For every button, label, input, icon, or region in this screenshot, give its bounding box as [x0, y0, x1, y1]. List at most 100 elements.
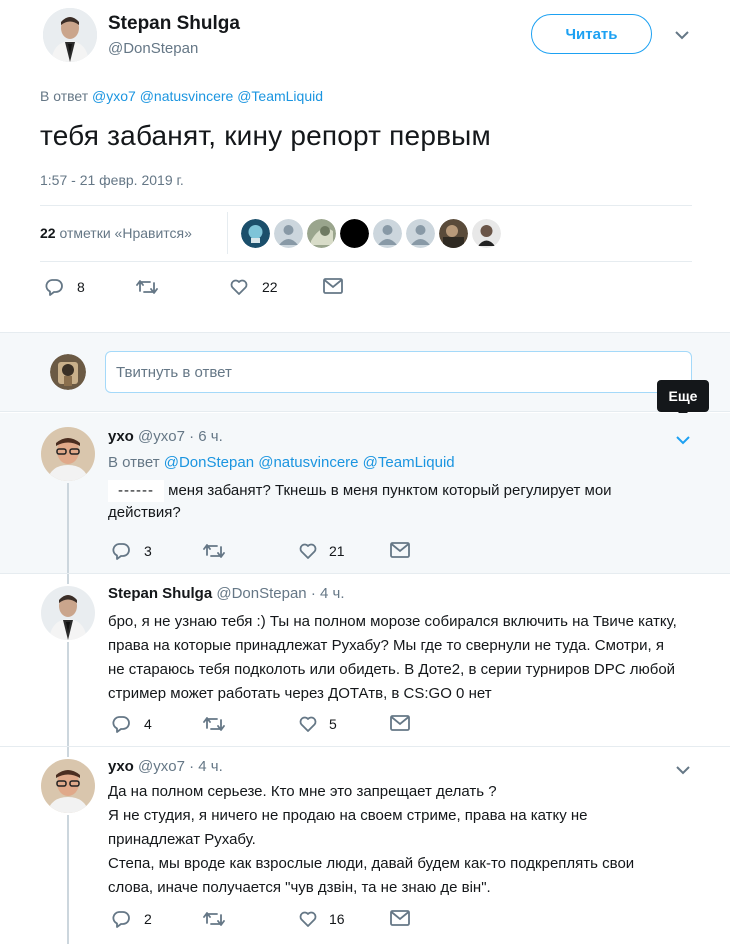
- tweet-timestamp[interactable]: 1:57 - 21 февр. 2019 г.: [40, 172, 184, 188]
- reply-count: 8: [77, 279, 85, 295]
- author-name[interactable]: Stepan Shulga: [108, 585, 212, 602]
- chevron-down-icon[interactable]: [675, 763, 691, 781]
- author-handle[interactable]: @DonStepan: [216, 585, 306, 602]
- retweet-icon: [203, 714, 225, 734]
- message-icon: [322, 277, 344, 295]
- reply-input-placeholder: Твитнуть в ответ: [116, 364, 232, 381]
- author-handle[interactable]: @yxo7: [138, 758, 185, 775]
- author-name[interactable]: yxo: [108, 428, 134, 445]
- liker-avatar[interactable]: [373, 219, 402, 248]
- reply-tweet[interactable]: yxo @yxo7 · 6 ч. В ответ @DonStepan @nat…: [0, 413, 730, 573]
- reply-text-line: Я не студия, я ничего не продаю на своем…: [108, 807, 588, 848]
- liker-avatar[interactable]: [406, 219, 435, 248]
- message-action[interactable]: [389, 909, 411, 927]
- reply-count: 2: [144, 911, 152, 927]
- message-action[interactable]: [389, 714, 411, 732]
- chevron-down-icon[interactable]: [675, 433, 691, 451]
- retweet-action[interactable]: [136, 277, 158, 297]
- reply-tweet[interactable]: yxo @yxo7 · 4 ч. Да на полном серьезе. К…: [0, 747, 730, 944]
- message-icon: [389, 909, 411, 927]
- reply-tweet[interactable]: Stepan Shulga @DonStepan · 4 ч. бро, я н…: [0, 574, 730, 746]
- like-icon: [298, 714, 318, 734]
- reply-count: 3: [144, 543, 152, 559]
- like-count: 21: [329, 543, 345, 559]
- tweet-text: тебя забанят, кину репорт первым: [40, 120, 491, 151]
- divider: [227, 212, 228, 254]
- liker-avatar[interactable]: [472, 219, 501, 248]
- like-count: 16: [329, 911, 345, 927]
- reply-text-line: Да на полном серьезе. Кто мне это запрещ…: [108, 783, 497, 800]
- user-avatar[interactable]: [50, 354, 86, 390]
- reply-text-line: Степа, мы вроде как взрослые люди, давай…: [108, 855, 635, 896]
- mention-link[interactable]: @TeamLiquid: [237, 88, 323, 104]
- like-action[interactable]: 21: [298, 541, 345, 561]
- thread-line: [67, 483, 69, 573]
- reply-header: yxo @yxo7 · 6 ч.: [108, 428, 223, 445]
- reply-prefix: В ответ: [40, 88, 89, 104]
- mention-link[interactable]: @natusvincere: [140, 88, 234, 104]
- reply-body: меня забанят? Ткнешь в меня пунктом кото…: [108, 482, 612, 521]
- likes-summary[interactable]: 22 отметки «Нравится»: [40, 225, 192, 241]
- reply-input[interactable]: Твитнуть в ответ: [105, 351, 692, 393]
- retweet-action[interactable]: [203, 714, 225, 734]
- reply-icon: [111, 541, 131, 561]
- liker-avatar[interactable]: [340, 219, 369, 248]
- like-action[interactable]: 16: [298, 909, 345, 929]
- retweet-icon: [136, 277, 158, 297]
- mention-link[interactable]: @natusvincere: [258, 454, 358, 471]
- like-action[interactable]: 22: [229, 277, 278, 297]
- reply-text: Да на полном серьезе. Кто мне это запрещ…: [108, 780, 683, 900]
- reply-icon: [44, 277, 64, 297]
- divider: [40, 261, 692, 262]
- reply-action[interactable]: 3: [111, 541, 152, 561]
- follow-button[interactable]: Читать: [531, 14, 652, 54]
- reply-time[interactable]: · 4 ч.: [311, 585, 345, 602]
- retweet-action[interactable]: [203, 541, 225, 561]
- main-tweet: Stepan Shulga @DonStepan Читать В ответ …: [0, 0, 730, 332]
- liker-avatar[interactable]: [307, 219, 336, 248]
- author-name[interactable]: yxo: [108, 758, 134, 775]
- reply-action[interactable]: 4: [111, 714, 152, 734]
- mention-link[interactable]: @yxo7: [92, 88, 136, 104]
- like-count: 5: [329, 716, 337, 732]
- author-avatar[interactable]: [41, 427, 95, 481]
- like-icon: [298, 541, 318, 561]
- more-tooltip: Еще: [657, 380, 709, 412]
- author-name[interactable]: Stepan Shulga: [108, 13, 240, 35]
- reply-action[interactable]: 8: [44, 277, 85, 297]
- author-handle[interactable]: @yxo7: [138, 428, 185, 445]
- message-icon: [389, 541, 411, 559]
- chevron-down-icon[interactable]: [674, 28, 690, 46]
- reply-time[interactable]: · 4 ч.: [189, 758, 223, 775]
- reply-text: бро, я не узнаю тебя :) Ты на полном мор…: [108, 613, 677, 702]
- thread-line: [67, 574, 69, 584]
- reply-icon: [111, 714, 131, 734]
- author-avatar[interactable]: [41, 759, 95, 813]
- reply-compose-area: Твитнуть в ответ: [0, 332, 730, 412]
- message-icon: [389, 714, 411, 732]
- like-action[interactable]: 5: [298, 714, 337, 734]
- likes-count: 22: [40, 225, 56, 241]
- retweet-action[interactable]: [203, 909, 225, 929]
- reply-icon: [111, 909, 131, 929]
- retweet-icon: [203, 541, 225, 561]
- message-action[interactable]: [389, 541, 411, 559]
- liker-avatar[interactable]: [274, 219, 303, 248]
- divider: [40, 205, 692, 206]
- thread-line: [67, 747, 69, 757]
- mention-link[interactable]: @DonStepan: [164, 454, 254, 471]
- liker-avatar[interactable]: [241, 219, 270, 248]
- author-avatar[interactable]: [41, 586, 95, 640]
- tooltip-label: Еще: [668, 388, 698, 404]
- author-avatar[interactable]: [43, 8, 97, 62]
- message-action[interactable]: [322, 277, 344, 295]
- reply-text: ------ меня забанят? Ткнешь в меня пункт…: [108, 480, 678, 524]
- liker-avatar[interactable]: [439, 219, 468, 248]
- mention-link[interactable]: @TeamLiquid: [363, 454, 455, 471]
- reply-action[interactable]: 2: [111, 909, 152, 929]
- reply-time[interactable]: · 6 ч.: [189, 428, 223, 445]
- redacted-text: ------: [108, 480, 164, 502]
- thread-line: [67, 815, 69, 944]
- author-handle[interactable]: @DonStepan: [108, 40, 198, 57]
- like-icon: [229, 277, 249, 297]
